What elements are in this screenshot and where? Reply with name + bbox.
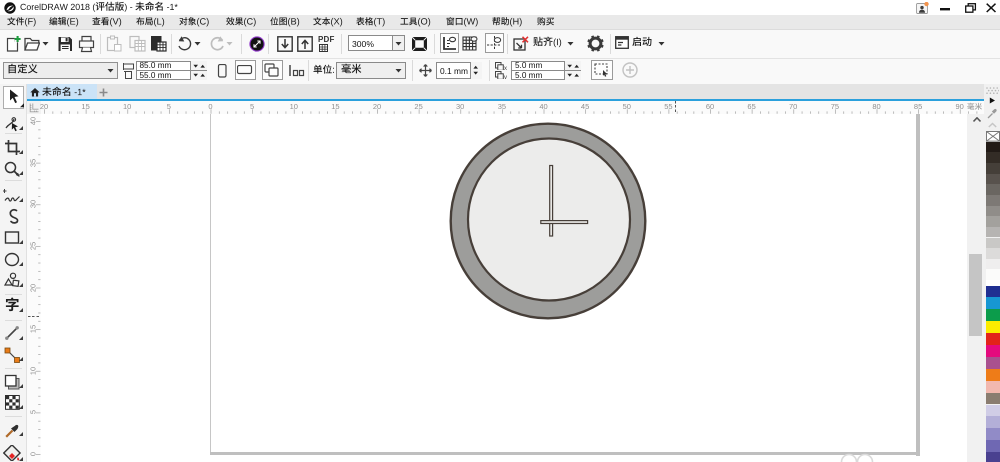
svg-text:y: y: [504, 75, 507, 79]
svg-text:x: x: [504, 66, 507, 70]
